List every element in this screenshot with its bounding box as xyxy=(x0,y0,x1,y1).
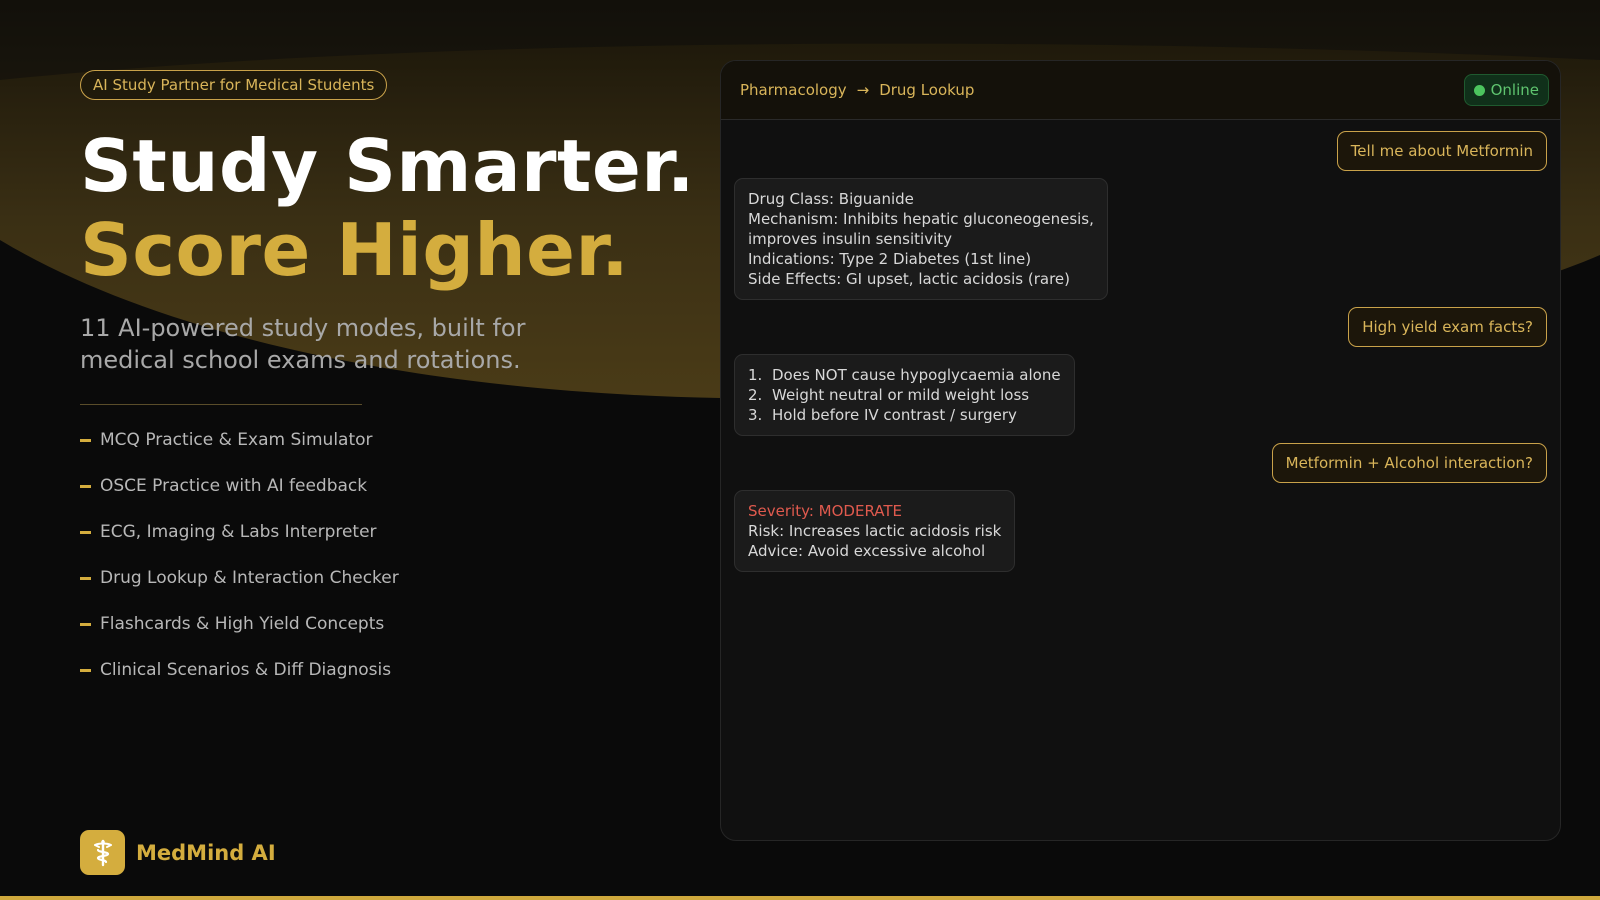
feature-label: OSCE Practice with AI feedback xyxy=(100,476,368,496)
fact-number: 3. xyxy=(748,406,763,424)
feature-item: Drug Lookup & Interaction Checker xyxy=(80,555,700,601)
status-label: Online xyxy=(1490,81,1539,99)
chat-header: Pharmacology → Drug Lookup Online xyxy=(721,61,1560,120)
feature-item: ECG, Imaging & Labs Interpreter xyxy=(80,509,700,555)
dash-icon xyxy=(80,576,91,580)
fact-number: 2. xyxy=(748,386,763,404)
mechanism-line: Mechanism: Inhibits hepatic gluconeogene… xyxy=(748,210,1094,228)
user-message: Metformin + Alcohol interaction? xyxy=(1271,443,1547,483)
brand[interactable]: MedMind AI xyxy=(80,830,276,875)
brand-name: MedMind AI xyxy=(136,840,276,865)
breadcrumb-section[interactable]: Pharmacology xyxy=(740,81,847,99)
divider xyxy=(80,404,362,405)
fact-number: 1. xyxy=(748,366,763,384)
severity-line: Severity: MODERATE xyxy=(748,502,903,520)
bottom-accent-bar xyxy=(0,896,1600,900)
fact-item: 3. Hold before IV contrast / surgery xyxy=(748,405,1061,425)
feature-label: Flashcards & High Yield Concepts xyxy=(100,614,385,634)
dash-icon xyxy=(80,484,91,488)
assistant-message: Drug Class: Biguanide Mechanism: Inhibit… xyxy=(734,178,1108,300)
feature-label: Drug Lookup & Interaction Checker xyxy=(100,568,399,588)
arrow-right-icon: → xyxy=(856,81,870,99)
feature-label: MCQ Practice & Exam Simulator xyxy=(100,430,373,450)
drug-class-line: Drug Class: Biguanide xyxy=(748,190,914,208)
feature-label: Clinical Scenarios & Diff Diagnosis xyxy=(100,660,392,680)
fact-item: 2. Weight neutral or mild weight loss xyxy=(748,385,1061,405)
hero-badge: AI Study Partner for Medical Students xyxy=(80,70,388,100)
fact-text: Hold before IV contrast / surgery xyxy=(772,406,1017,424)
dash-icon xyxy=(80,668,91,672)
caduceus-icon xyxy=(80,830,125,875)
dash-icon xyxy=(80,530,91,534)
fact-text: Does NOT cause hypoglycaemia alone xyxy=(772,366,1061,384)
user-message: Tell me about Metformin xyxy=(1336,131,1547,171)
feature-list: MCQ Practice & Exam Simulator OSCE Pract… xyxy=(80,417,700,693)
message-list: Tell me about Metformin Drug Class: Bigu… xyxy=(721,120,1560,583)
assistant-message: 1. Does NOT cause hypoglycaemia alone 2. W… xyxy=(734,354,1075,436)
feature-item: Clinical Scenarios & Diff Diagnosis xyxy=(80,647,700,693)
headline-accent: Score Higher. xyxy=(80,208,630,292)
chat-window: Pharmacology → Drug Lookup Online Tell m… xyxy=(720,60,1561,841)
feature-item: Flashcards & High Yield Concepts xyxy=(80,601,700,647)
advice-line: Advice: Avoid excessive alcohol xyxy=(748,542,986,560)
user-message: High yield exam facts? xyxy=(1348,307,1547,347)
feature-item: MCQ Practice & Exam Simulator xyxy=(80,417,700,463)
side-effects-line: Side Effects: GI upset, lactic acidosis … xyxy=(748,270,1070,288)
feature-label: ECG, Imaging & Labs Interpreter xyxy=(100,522,377,542)
risk-line: Risk: Increases lactic acidosis risk xyxy=(748,522,1002,540)
headline-primary: Study Smarter. xyxy=(80,124,695,208)
hero-section: AI Study Partner for Medical Students St… xyxy=(80,70,700,693)
online-dot-icon xyxy=(1473,84,1485,96)
breadcrumb: Pharmacology → Drug Lookup xyxy=(740,81,974,99)
hero-subtitle: 11 AI-powered study modes, built for med… xyxy=(80,314,526,374)
breadcrumb-page[interactable]: Drug Lookup xyxy=(879,81,974,99)
status-badge: Online xyxy=(1463,74,1549,106)
indications-line: Indications: Type 2 Diabetes (1st line) xyxy=(748,250,1032,268)
fact-item: 1. Does NOT cause hypoglycaemia alone xyxy=(748,365,1061,385)
assistant-message: Severity: MODERATE Risk: Increases lacti… xyxy=(734,490,1016,572)
feature-item: OSCE Practice with AI feedback xyxy=(80,463,700,509)
dash-icon xyxy=(80,438,91,442)
fact-text: Weight neutral or mild weight loss xyxy=(772,386,1030,404)
mechanism-line-cont: improves insulin sensitivity xyxy=(748,230,952,248)
dash-icon xyxy=(80,622,91,626)
